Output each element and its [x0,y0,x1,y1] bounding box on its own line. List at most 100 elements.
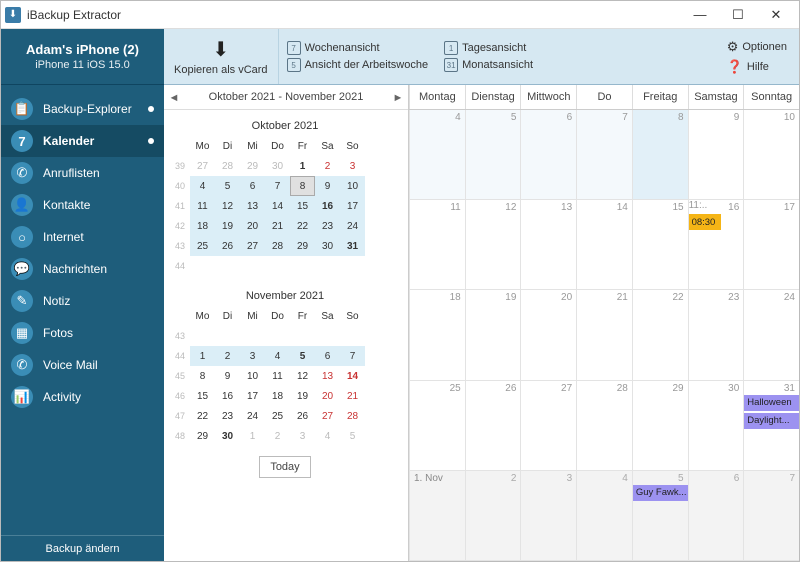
day-cell[interactable]: 30 [688,381,744,471]
minical-day[interactable]: 25 [190,236,215,256]
day-cell[interactable]: 6 [688,471,744,561]
minical-day[interactable]: 9 [315,176,340,196]
minical-day[interactable]: 29 [240,156,265,176]
minical-day[interactable]: 20 [315,386,340,406]
minical-day[interactable]: 14 [340,366,365,386]
day-cell[interactable]: 4 [576,471,632,561]
day-cell[interactable]: 14 [576,200,632,290]
maximize-button[interactable]: ☐ [719,2,757,28]
day-cell[interactable]: 29 [632,381,688,471]
minical-day[interactable]: 3 [240,346,265,366]
minical-day[interactable]: 16 [215,386,240,406]
minical-day[interactable]: 19 [215,216,240,236]
minical-day[interactable]: 28 [340,406,365,426]
minical-day[interactable]: 23 [315,216,340,236]
day-cell[interactable]: 13 [520,200,576,290]
minical-day[interactable]: 10 [340,176,365,196]
day-cell[interactable]: 5Guy Fawk... [632,471,688,561]
minical-day[interactable]: 22 [290,216,315,236]
minical-day[interactable]: 13 [315,366,340,386]
day-cell[interactable]: 25 [409,381,465,471]
day-cell[interactable]: 11 [409,200,465,290]
sidebar-item-kalender[interactable]: 7 Kalender [1,125,164,157]
minical-day[interactable]: 6 [240,176,265,196]
day-cell[interactable]: 18 [409,290,465,380]
day-cell[interactable]: 19 [465,290,521,380]
minical-day[interactable]: 10 [240,366,265,386]
day-cell[interactable]: 8 [632,110,688,200]
minical-day[interactable]: 5 [215,176,240,196]
minical-day[interactable]: 12 [215,196,240,216]
minical-day[interactable]: 11 [190,196,215,216]
minical-day[interactable]: 4 [190,176,215,196]
day-cell[interactable]: 1. Nov [409,471,465,561]
minical-day[interactable]: 16 [315,196,340,216]
minical-day[interactable]: 30 [265,156,290,176]
minical-day[interactable]: 24 [340,216,365,236]
minical-day[interactable]: 26 [215,236,240,256]
minical-day[interactable]: 2 [265,426,290,446]
minical-day[interactable]: 18 [190,216,215,236]
sidebar-item-internet[interactable]: ○ Internet [1,221,164,253]
today-button[interactable]: Today [259,456,311,478]
day-view-button[interactable]: 1 Tagesansicht [444,41,533,55]
minimize-button[interactable]: — [681,2,719,28]
day-cell[interactable]: 17 [743,200,799,290]
minical-day[interactable]: 8 [190,366,215,386]
minical-day[interactable]: 26 [290,406,315,426]
minical-day[interactable]: 2 [215,346,240,366]
sidebar-item-kontakte[interactable]: 👤 Kontakte [1,189,164,221]
calendar-event[interactable]: Guy Fawk... [633,485,688,501]
minical-day[interactable]: 11 [265,366,290,386]
copy-as-vcard-button[interactable]: ⬇ Kopieren als vCard [164,29,279,84]
minical-day[interactable]: 21 [265,216,290,236]
day-cell[interactable]: 1608:3011:.. [688,200,744,290]
minical-day[interactable]: 4 [265,346,290,366]
minical-day[interactable]: 5 [340,426,365,446]
minical-day[interactable]: 21 [340,386,365,406]
day-cell[interactable]: 31HalloweenDaylight... [743,381,799,471]
day-cell[interactable]: 12 [465,200,521,290]
change-backup-button[interactable]: Backup ändern [1,535,164,561]
minical-day[interactable]: 17 [240,386,265,406]
day-cell[interactable]: 26 [465,381,521,471]
minical-day[interactable]: 3 [340,156,365,176]
day-cell[interactable]: 6 [520,110,576,200]
minical-day[interactable]: 2 [315,156,340,176]
minical-day[interactable]: 29 [190,426,215,446]
sidebar-item-notiz[interactable]: ✎ Notiz [1,285,164,317]
day-cell[interactable]: 24 [743,290,799,380]
day-cell[interactable]: 7 [743,471,799,561]
day-cell[interactable]: 10 [743,110,799,200]
sidebar-item-backup-explorer[interactable]: 📋 Backup-Explorer [1,93,164,125]
minical-day[interactable]: 4 [315,426,340,446]
minical-day[interactable]: 22 [190,406,215,426]
minical-day[interactable]: 27 [240,236,265,256]
month-view-button[interactable]: 31 Monatsansicht [444,58,533,72]
minical-day[interactable]: 25 [265,406,290,426]
minical-day[interactable]: 27 [190,156,215,176]
minical-day[interactable]: 3 [290,426,315,446]
minical-day[interactable]: 13 [240,196,265,216]
calendar-event[interactable]: Daylight... [744,413,799,429]
minical-day[interactable]: 28 [215,156,240,176]
prev-month-button[interactable]: ◄ [164,90,184,104]
close-button[interactable]: ✕ [757,2,795,28]
minical-day[interactable]: 17 [340,196,365,216]
minical-day[interactable]: 8 [290,176,315,196]
options-button[interactable]: ⚙ Optionen [727,39,787,55]
minical-day[interactable]: 15 [190,386,215,406]
sidebar-item-activity[interactable]: 📊 Activity [1,381,164,413]
help-button[interactable]: ❓ Hilfe [727,59,769,75]
minical-day[interactable]: 31 [340,236,365,256]
minical-day[interactable]: 14 [265,196,290,216]
day-cell[interactable]: 2 [465,471,521,561]
device-header[interactable]: Adam's iPhone (2) iPhone 11 iOS 15.0 [1,29,164,85]
minical-day[interactable]: 23 [215,406,240,426]
calendar-event[interactable]: Halloween [744,395,799,411]
day-cell[interactable]: 27 [520,381,576,471]
minical-day[interactable]: 27 [315,406,340,426]
day-cell[interactable]: 4 [409,110,465,200]
day-cell[interactable]: 15 [632,200,688,290]
minical-day[interactable]: 20 [240,216,265,236]
